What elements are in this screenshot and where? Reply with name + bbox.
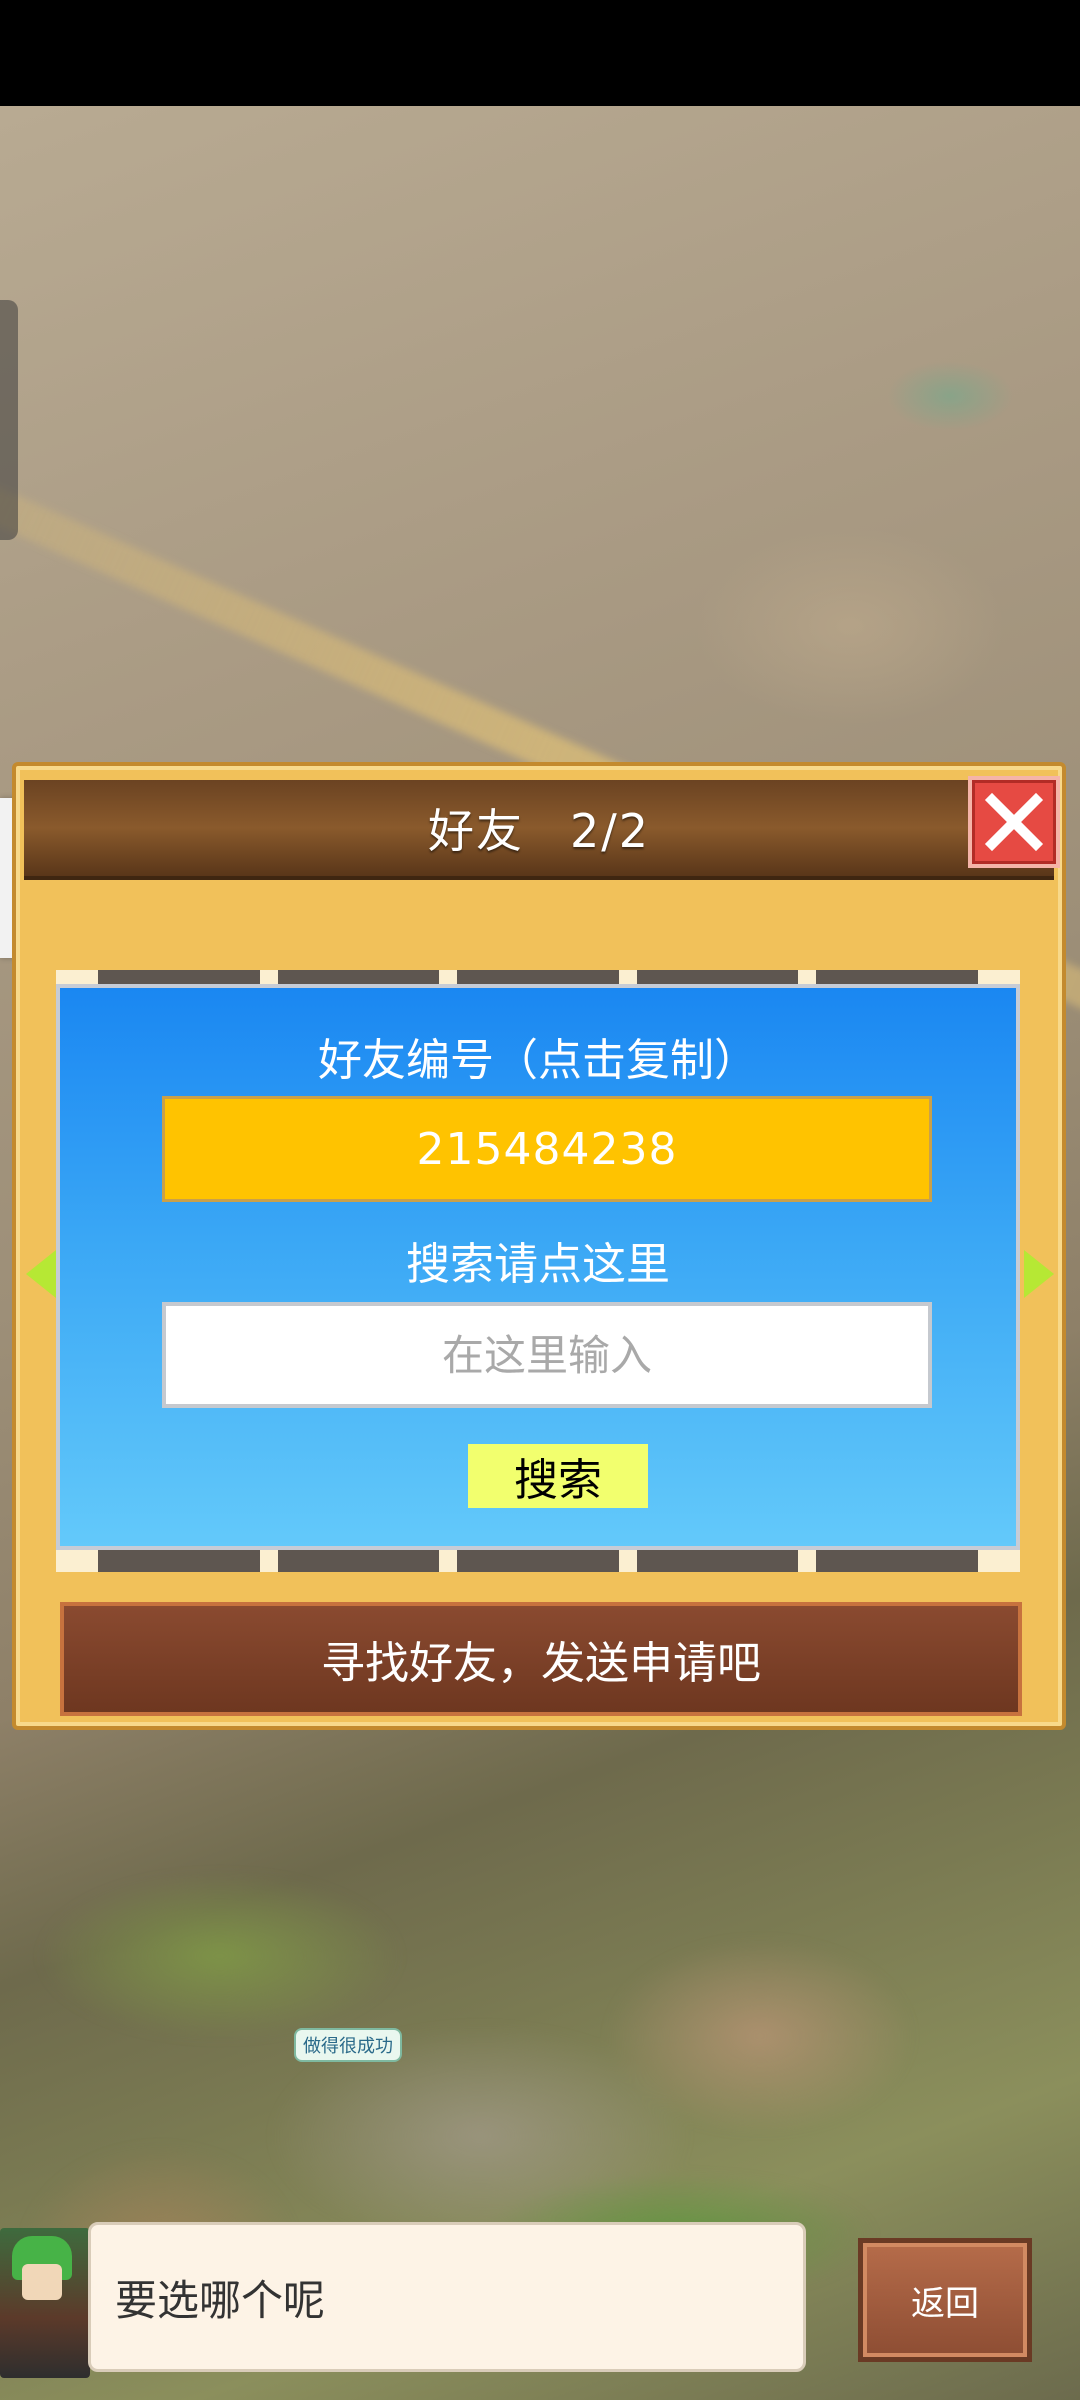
- tab-slot[interactable]: [816, 970, 978, 984]
- dialog-title-text: 好友: [427, 804, 524, 858]
- next-page-arrow-icon[interactable]: [1024, 1250, 1054, 1298]
- search-label: 搜索请点这里: [406, 1239, 670, 1290]
- tab-slot[interactable]: [98, 970, 260, 984]
- search-button[interactable]: 搜索: [468, 1444, 648, 1508]
- back-button[interactable]: 返回: [858, 2238, 1032, 2362]
- friend-id-label: 好友编号（点击复制）: [318, 1035, 758, 1086]
- dialogue-box: 要选哪个呢: [88, 2222, 806, 2372]
- status-bar: [0, 0, 1080, 106]
- friend-id-copy-button[interactable]: 215484238: [162, 1096, 932, 1202]
- avatar-face: [22, 2264, 62, 2300]
- dialog-title: 好友 2/2: [428, 795, 650, 861]
- tab-slot[interactable]: [457, 970, 619, 984]
- close-x-icon: [984, 792, 1044, 852]
- tab-strip-top: [56, 970, 1020, 984]
- friends-dialog: 好友 2/2 好友编号（点击复制） 215484238 搜索请点这里 搜索 寻找好…: [12, 762, 1066, 1730]
- tab-slot[interactable]: [277, 970, 440, 984]
- tab-slot[interactable]: [636, 1550, 799, 1572]
- map-bubble-text: 做得很成功: [303, 2036, 393, 2057]
- dialogue-text: 要选哪个呢: [115, 2275, 326, 2325]
- friend-id-value: 215484238: [416, 1123, 678, 1175]
- previous-page-arrow-icon[interactable]: [26, 1250, 56, 1298]
- tab-slot[interactable]: [816, 1550, 978, 1572]
- banner-text: 寻找好友，发送申请吧: [321, 1638, 761, 1689]
- tab-slot[interactable]: [457, 1550, 619, 1572]
- map-speech-bubble: 做得很成功: [294, 2028, 402, 2062]
- friend-id-card: 好友编号（点击复制） 215484238 搜索请点这里 搜索: [56, 984, 1020, 1550]
- tab-slot[interactable]: [636, 970, 799, 984]
- dialog-page-count: 2/2: [569, 804, 651, 858]
- back-button-label: 返回: [911, 2283, 979, 2324]
- tab-strip-bottom: [56, 1550, 1020, 1572]
- search-button-label: 搜索: [514, 1455, 602, 1506]
- side-panel-tab[interactable]: [0, 300, 18, 540]
- character-avatar: [0, 2228, 90, 2378]
- dialog-header: 好友 2/2: [24, 780, 1054, 880]
- tab-slot[interactable]: [98, 1550, 260, 1572]
- find-friends-banner: 寻找好友，发送申请吧: [60, 1602, 1022, 1716]
- tab-slot[interactable]: [277, 1550, 440, 1572]
- close-button[interactable]: [968, 776, 1060, 868]
- friend-search-input[interactable]: [162, 1302, 932, 1408]
